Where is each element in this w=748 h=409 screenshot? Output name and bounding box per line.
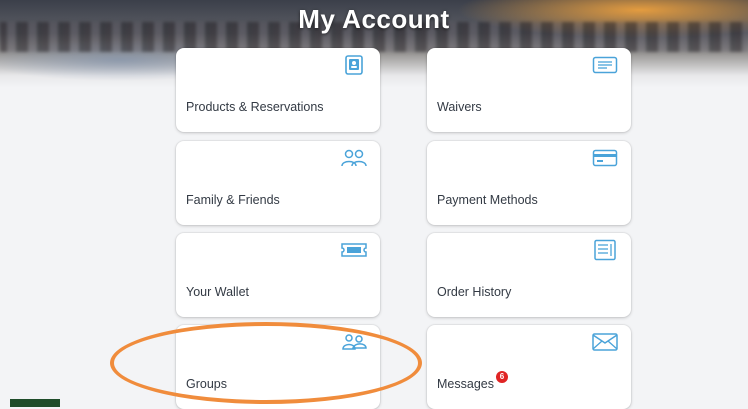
card-label: Family & Friends bbox=[186, 193, 280, 207]
envelope-icon bbox=[591, 331, 619, 353]
payment-methods-card[interactable]: Payment Methods bbox=[427, 141, 631, 225]
groups-card[interactable]: Groups bbox=[176, 325, 380, 409]
people-icon bbox=[340, 147, 368, 169]
products-reservations-card[interactable]: Products & Reservations bbox=[176, 48, 380, 132]
document-icon bbox=[591, 54, 619, 76]
receipt-icon bbox=[591, 239, 619, 261]
card-label: Waivers bbox=[437, 100, 482, 114]
card-label: Messages6 bbox=[437, 371, 508, 391]
order-history-card[interactable]: Order History bbox=[427, 233, 631, 317]
card-label: Your Wallet bbox=[186, 285, 249, 299]
card-label: Groups bbox=[186, 377, 227, 391]
group-icon bbox=[340, 331, 368, 353]
card-label: Products & Reservations bbox=[186, 100, 324, 114]
id-card-icon bbox=[340, 54, 368, 76]
card-label: Order History bbox=[437, 285, 512, 299]
page-title: My Account bbox=[298, 4, 450, 34]
waivers-card[interactable]: Waivers bbox=[427, 48, 631, 132]
family-friends-card[interactable]: Family & Friends bbox=[176, 141, 380, 225]
messages-label: Messages bbox=[437, 377, 494, 391]
unread-count-badge: 6 bbox=[495, 371, 508, 383]
ticket-icon bbox=[340, 239, 368, 261]
messages-card[interactable]: Messages6 bbox=[427, 325, 631, 409]
card-label: Payment Methods bbox=[437, 193, 538, 207]
credit-card-icon bbox=[591, 147, 619, 169]
your-wallet-card[interactable]: Your Wallet bbox=[176, 233, 380, 317]
corner-tag bbox=[10, 399, 60, 407]
